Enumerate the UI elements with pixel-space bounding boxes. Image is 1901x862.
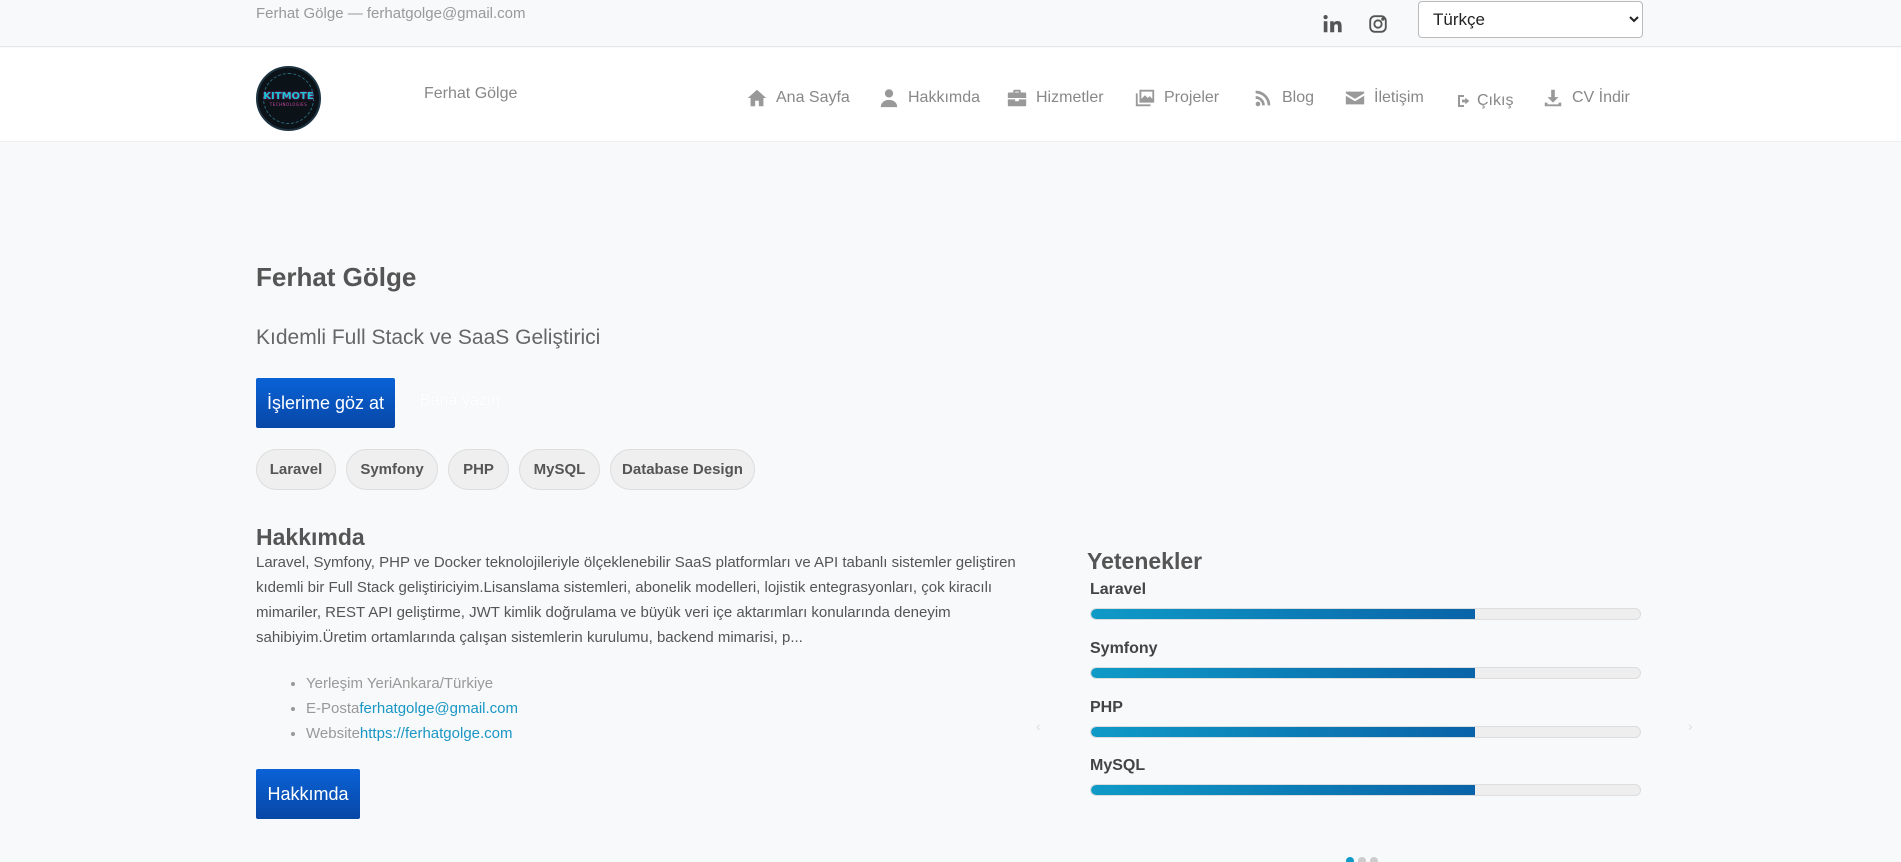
skill-progress-bar — [1090, 726, 1641, 738]
instagram-icon[interactable] — [1367, 13, 1389, 35]
nav-item-about[interactable]: Hakkımda — [878, 86, 980, 110]
carousel-dot[interactable] — [1346, 857, 1354, 862]
nav-item-contact[interactable]: İletişim — [1344, 86, 1424, 110]
nav-item-cv-download[interactable]: CV İndir — [1542, 86, 1630, 110]
briefcase-icon — [1007, 89, 1027, 107]
logout-icon — [1458, 95, 1470, 107]
skill-name: PHP — [1090, 699, 1123, 716]
images-icon — [1135, 89, 1155, 107]
brand-name[interactable]: Ferhat Gölge — [424, 85, 517, 103]
skill-progress-fill — [1091, 609, 1476, 619]
skill-progress-fill — [1091, 785, 1476, 795]
website-link[interactable]: https://ferhatgolge.com — [360, 725, 513, 742]
skill-name: MySQL — [1090, 757, 1146, 774]
nav-item-label: Çıkış — [1477, 92, 1514, 109]
about-text: Laravel, Symfony, PHP ve Docker teknoloj… — [256, 554, 1016, 646]
skill-progress-bar — [1090, 608, 1641, 620]
carousel-dot[interactable] — [1358, 857, 1366, 862]
nav-item-label: Blog — [1282, 89, 1315, 106]
envelope-icon — [1345, 91, 1365, 105]
skill-progress-fill — [1091, 668, 1476, 678]
skill-progress-bar — [1090, 784, 1641, 796]
language-select[interactable]: Türkçe — [1418, 1, 1643, 38]
site-logo[interactable]: KITMOTE TECHNOLOGIES — [256, 66, 321, 131]
tag-symfony: Symfony — [346, 449, 438, 490]
skill-progress-bar — [1090, 667, 1641, 679]
location-value: Ankara/Türkiye — [392, 675, 494, 692]
user-icon — [880, 89, 898, 108]
nav-item-label: İletişim — [1374, 89, 1424, 106]
nav-item-home[interactable]: Ana Sayfa — [746, 86, 850, 110]
skills-title: Yetenekler — [1087, 548, 1203, 574]
download-icon — [1544, 89, 1562, 107]
tag-database-design: Database Design — [610, 449, 755, 490]
view-work-button[interactable]: İşlerime göz at — [256, 378, 395, 428]
nav-item-projects[interactable]: Projeler — [1134, 86, 1219, 110]
blog-icon — [1255, 90, 1271, 107]
nav-item-label: Hizmetler — [1036, 89, 1104, 106]
logo-wordmark: KITMOTE — [263, 90, 314, 102]
logo-tagline: TECHNOLOGIES — [269, 101, 308, 107]
tag-php: PHP — [448, 449, 509, 490]
nav-item-label: Ana Sayfa — [776, 89, 850, 106]
contact-me-button[interactable]: Bana yazın — [420, 392, 500, 410]
carousel-prev-icon[interactable]: ‹ — [1036, 718, 1041, 734]
nav-item-blog[interactable]: Blog — [1252, 86, 1314, 110]
tag-mysql: MySQL — [519, 449, 600, 490]
carousel-next-icon[interactable]: › — [1688, 718, 1693, 734]
tag-laravel: Laravel — [256, 449, 336, 490]
carousel-dot[interactable] — [1370, 857, 1378, 862]
about-info-list: Yerleşim YeriAnkara/Türkiye E-Postaferha… — [290, 671, 518, 746]
nav-item-label: Projeler — [1164, 89, 1220, 106]
list-item: E-Postaferhatgolge@gmail.com — [306, 696, 518, 721]
about-title: Hakkımda — [256, 524, 365, 550]
nav-item-services[interactable]: Hizmetler — [1006, 86, 1104, 110]
skill-name: Symfony — [1090, 640, 1158, 657]
nav-item-label: Hakkımda — [908, 89, 981, 106]
skill-name: Laravel — [1090, 581, 1147, 598]
about-button[interactable]: Hakkımda — [256, 769, 360, 819]
list-item: Websitehttps://ferhatgolge.com — [306, 721, 518, 746]
hero-subtitle: Kıdemli Full Stack ve SaaS Geliştirici — [256, 326, 601, 349]
linkedin-icon[interactable] — [1321, 13, 1343, 35]
home-icon — [747, 89, 767, 107]
nav-item-label: CV İndir — [1572, 89, 1630, 106]
email-link[interactable]: ferhatgolge@gmail.com — [359, 700, 518, 717]
top-bar: Ferhat Gölge — ferhatgolge@gmail.com Tür… — [0, 0, 1901, 47]
nav-item-logout[interactable]: Çıkış — [1456, 89, 1513, 113]
hero-name: Ferhat Gölge — [256, 262, 417, 292]
list-item: Yerleşim YeriAnkara/Türkiye — [306, 671, 518, 696]
skill-progress-fill — [1091, 727, 1476, 737]
topbar-contact: Ferhat Gölge — ferhatgolge@gmail.com — [256, 5, 526, 22]
main-navbar: KITMOTE TECHNOLOGIES Ferhat Gölge Ana Sa… — [0, 48, 1901, 142]
